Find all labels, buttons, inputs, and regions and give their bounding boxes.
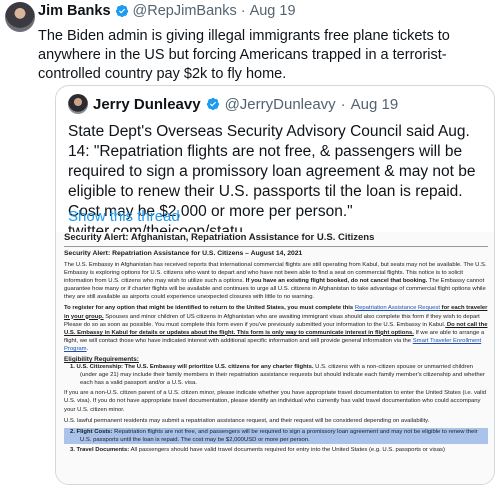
document-text: All passengers should have valid travel … [129,446,445,453]
document-bold-text: The U.S. Embassy will prioritize U.S. ci… [123,364,314,371]
document-divider [64,246,488,247]
document-text: . [86,345,89,352]
show-thread-link[interactable]: Show this thread [68,208,180,225]
list-item-label: 3. Travel Documents: [70,446,130,453]
tweet-date[interactable]: Aug 19 [250,3,296,19]
document-bold-text: If you have an existing flight booked, d… [244,278,428,285]
document-text: Repatriation flights are not free, and p… [80,428,478,443]
highlighted-list-item: 2. Flight Costs: Repatriation flights ar… [64,427,488,444]
quoted-tweet[interactable]: Jerry Dunleavy @JerryDunleavy · Aug 19 S… [55,85,495,485]
list-item: 3. Travel Documents: All passengers shou… [64,446,488,454]
quoted-tweet-header: Jerry Dunleavy @JerryDunleavy · Aug 19 [68,94,398,114]
verified-badge-icon [206,97,219,111]
document-paragraph: The U.S. Embassy in Afghanistan has rece… [64,261,488,301]
document-paragraph: To register for any option that might be… [64,304,488,353]
eligibility-list: 2. Flight Costs: Repatriation flights ar… [64,427,488,454]
document-paragraph: If you are a non-U.S. citizen parent of … [64,390,487,413]
separator-dot: · [240,3,246,19]
eligibility-list: 1. U.S. Citizenship: The U.S. Embassy wi… [64,363,488,387]
author-name[interactable]: Jim Banks [38,3,111,19]
eligibility-heading: Eligibility Requirements: [64,356,139,364]
quoted-author-avatar [68,94,88,114]
separator-dot: · [340,95,346,113]
document-alert-title: Security Alert: Repatriation Assistance … [64,250,303,257]
tweet-header: Jim Banks @RepJimBanks · Aug 19 [38,3,296,19]
quoted-tweet-date: Aug 19 [350,95,399,113]
document-paragraph: U.S. lawful permanent residents may subm… [64,417,430,424]
quoted-author-handle: @JerryDunleavy [224,95,336,113]
author-avatar[interactable] [5,2,35,32]
author-handle[interactable]: @RepJimBanks [133,3,237,19]
document-heading: Security Alert: Afghanistan, Repatriatio… [64,232,375,243]
list-item: 1. U.S. Citizenship: The U.S. Embassy wi… [64,363,488,387]
document-bold-text: To register for any option that might be… [64,305,354,312]
list-item-label: 1. U.S. Citizenship: [70,364,124,371]
list-item-label: 2. Flight Costs: [70,428,113,435]
tweet[interactable]: Jim Banks @RepJimBanks · Aug 19 The Bide… [0,0,500,490]
repatriation-request-link: Repatriation Assistance Request [354,305,440,312]
quoted-author-name: Jerry Dunleavy [93,95,201,113]
tweet-text: The Biden admin is giving illegal immigr… [38,28,450,82]
document-text: Spouses and minor children of US citizen… [64,313,480,328]
document-screenshot-image[interactable]: Security Alert: Afghanistan, Repatriatio… [56,232,494,484]
verified-badge-icon [115,4,128,18]
